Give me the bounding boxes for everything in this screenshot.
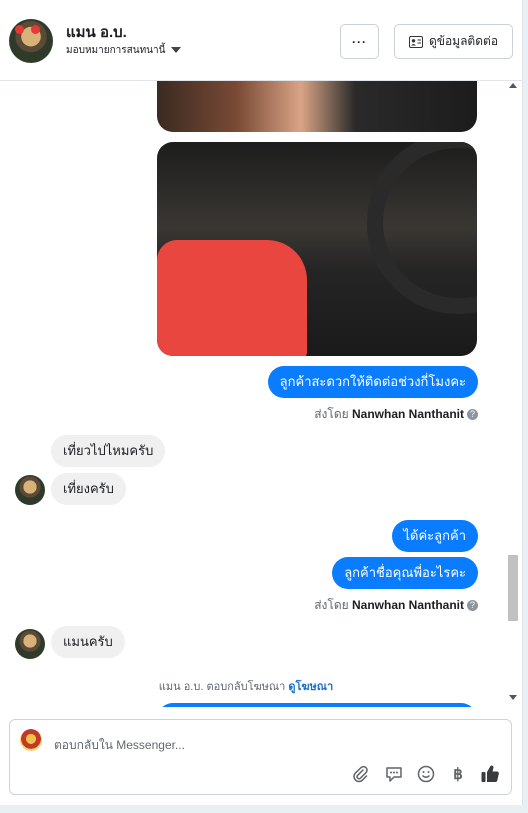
- conversation-header: แมน อ.บ. มอบหมายการสนทนานี้ ··· ดูข้อมูล…: [0, 0, 522, 81]
- outgoing-message[interactable]: ลูกค้าชื่อคุณพี่อะไรคะ: [332, 557, 478, 589]
- ad-reply-notice: แมน อ.บ. ตอบกลับโฆษณา ดูโฆษณา: [0, 677, 492, 695]
- info-icon[interactable]: ?: [467, 409, 478, 421]
- scrollbar-thumb[interactable]: [508, 555, 518, 621]
- message-list[interactable]: ลูกค้าสะดวกให้ติดต่อช่วงกี่โมงคะ ส่งโดย …: [0, 81, 522, 707]
- incoming-message[interactable]: แมนครับ: [51, 626, 125, 658]
- scroll-up-icon[interactable]: [509, 83, 517, 88]
- page-avatar: [20, 729, 42, 751]
- scroll-down-icon[interactable]: [509, 695, 517, 700]
- sent-by-label: ส่งโดย Nanwhan Nanthanit?: [314, 596, 478, 615]
- caret-down-icon: [171, 47, 182, 54]
- red-badge-icon: [15, 25, 24, 34]
- contact-avatar[interactable]: [9, 19, 53, 63]
- sent-by-prefix: ส่งโดย: [314, 407, 349, 421]
- scrollbar[interactable]: [506, 81, 520, 707]
- outgoing-message[interactable]: ได้ค่ะลูกค้า: [391, 520, 478, 552]
- assign-label: มอบหมายการสนทนานี้: [66, 45, 166, 56]
- message-composer[interactable]: ตอบกลับใน Messenger... ฿: [9, 719, 512, 795]
- thumbs-up-icon[interactable]: [480, 764, 500, 784]
- sender-name: Nanwhan Nanthanit: [351, 407, 464, 421]
- incoming-message[interactable]: เที่ยวไปไหมครับ: [51, 435, 166, 467]
- contact-card-icon: [408, 35, 423, 48]
- contact-avatar-small: [15, 629, 45, 659]
- view-contact-label: ดูข้อมูลติดต่อ: [428, 34, 499, 48]
- outgoing-ad-card[interactable]: [157, 703, 477, 707]
- message-icon[interactable]: [384, 764, 404, 784]
- paperclip-icon[interactable]: [350, 764, 370, 784]
- incoming-message[interactable]: เที่ยงครับ: [51, 473, 126, 505]
- car-interior-photo[interactable]: [157, 142, 477, 356]
- contact-avatar-small: [15, 475, 45, 505]
- red-seat-shape: [157, 240, 307, 356]
- emoji-icon[interactable]: [416, 764, 436, 784]
- sent-by-label: ส่งโดย Nanwhan Nanthanit?: [314, 405, 478, 424]
- view-contact-button[interactable]: ดูข้อมูลติดต่อ: [394, 24, 513, 59]
- ad-reply-text: แมน อ.บ. ตอบกลับโฆษณา: [158, 681, 286, 693]
- steering-wheel-shape: [367, 142, 477, 314]
- reply-input[interactable]: ตอบกลับใน Messenger...: [54, 736, 185, 755]
- contact-name[interactable]: แมน อ.บ.: [66, 20, 127, 44]
- assign-conversation-dropdown[interactable]: มอบหมายการสนทนานี้: [66, 43, 182, 58]
- red-badge-icon: [31, 25, 40, 34]
- view-ad-link[interactable]: ดูโฆษณา: [288, 681, 333, 693]
- baht-icon[interactable]: ฿: [448, 764, 468, 784]
- car-interior-photo[interactable]: [157, 81, 477, 132]
- sent-by-prefix: ส่งโดย: [314, 598, 349, 612]
- sender-name: Nanwhan Nanthanit: [351, 598, 464, 612]
- info-icon[interactable]: ?: [467, 600, 478, 612]
- more-label: ···: [352, 34, 367, 49]
- outgoing-message[interactable]: ลูกค้าสะดวกให้ติดต่อช่วงกี่โมงคะ: [267, 366, 478, 398]
- messenger-panel: แมน อ.บ. มอบหมายการสนทนานี้ ··· ดูข้อมูล…: [0, 0, 523, 805]
- more-options-button[interactable]: ···: [340, 24, 379, 59]
